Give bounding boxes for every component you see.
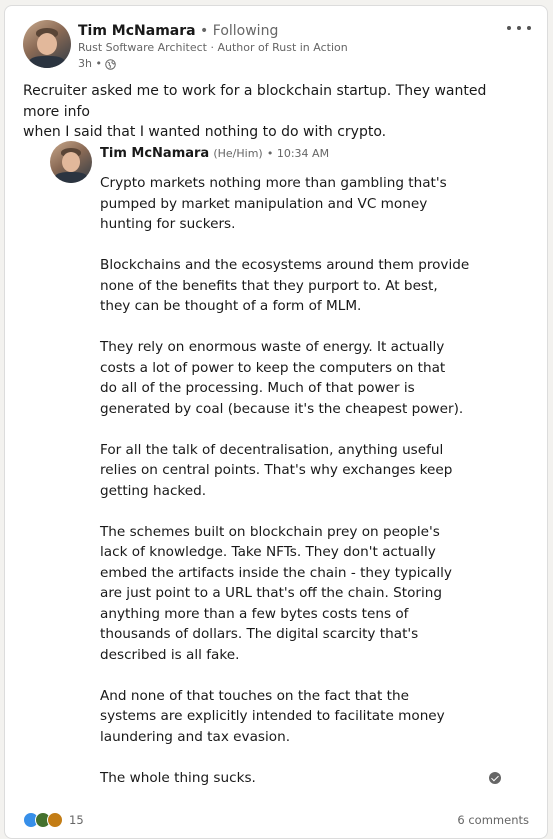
- more-options-button[interactable]: [507, 20, 531, 36]
- embedded-author-line: Tim McNamara (He/Him) • 10:34 AM: [100, 145, 329, 163]
- reactions-summary[interactable]: 15: [23, 812, 84, 828]
- social-counts-bar: 15 6 comments: [23, 810, 529, 830]
- embedded-paragraph: For all the talk of decentralisation, an…: [100, 441, 453, 499]
- embedded-paragraph: They rely on enormous waste of energy. I…: [100, 339, 464, 417]
- separator: •: [200, 23, 209, 39]
- verified-check-icon: [489, 772, 501, 784]
- embedded-author-name: Tim McNamara: [100, 146, 210, 161]
- author-name[interactable]: Tim McNamara: [78, 23, 196, 39]
- dot-icon: [527, 26, 531, 30]
- post-commentary: Recruiter asked me to work for a blockch…: [23, 83, 487, 140]
- author-avatar[interactable]: [23, 20, 71, 68]
- reaction-count[interactable]: 15: [69, 813, 84, 827]
- post-meta: 3h •: [78, 56, 116, 72]
- feed-post-card: Tim McNamara • Following Rust Software A…: [4, 5, 548, 839]
- embedded-paragraph: The whole thing sucks.: [100, 769, 256, 786]
- embedded-pronouns: (He/Him): [213, 147, 263, 160]
- dot-icon: [517, 26, 521, 30]
- embedded-author-avatar: [50, 141, 92, 183]
- follow-status[interactable]: Following: [213, 23, 279, 39]
- embedded-paragraph: And none of that touches on the fact tha…: [100, 687, 445, 745]
- insightful-icon: [47, 812, 63, 828]
- post-timestamp: 3h •: [78, 57, 102, 70]
- author-name-line: Tim McNamara • Following: [78, 21, 278, 41]
- embedded-paragraph: Crypto markets nothing more than gamblin…: [100, 175, 447, 232]
- comments-count-link[interactable]: 6 comments: [457, 813, 529, 827]
- dot-icon: [507, 26, 511, 30]
- embedded-time: • 10:34 AM: [266, 147, 330, 160]
- embedded-paragraph: The schemes built on blockchain prey on …: [100, 523, 452, 663]
- embedded-paragraph: Blockchains and the ecosystems around th…: [100, 257, 470, 314]
- author-headline: Rust Software Architect · Author of Rust…: [78, 41, 348, 54]
- embedded-post-body: Crypto markets nothing more than gamblin…: [100, 173, 480, 788]
- globe-icon: [105, 58, 116, 70]
